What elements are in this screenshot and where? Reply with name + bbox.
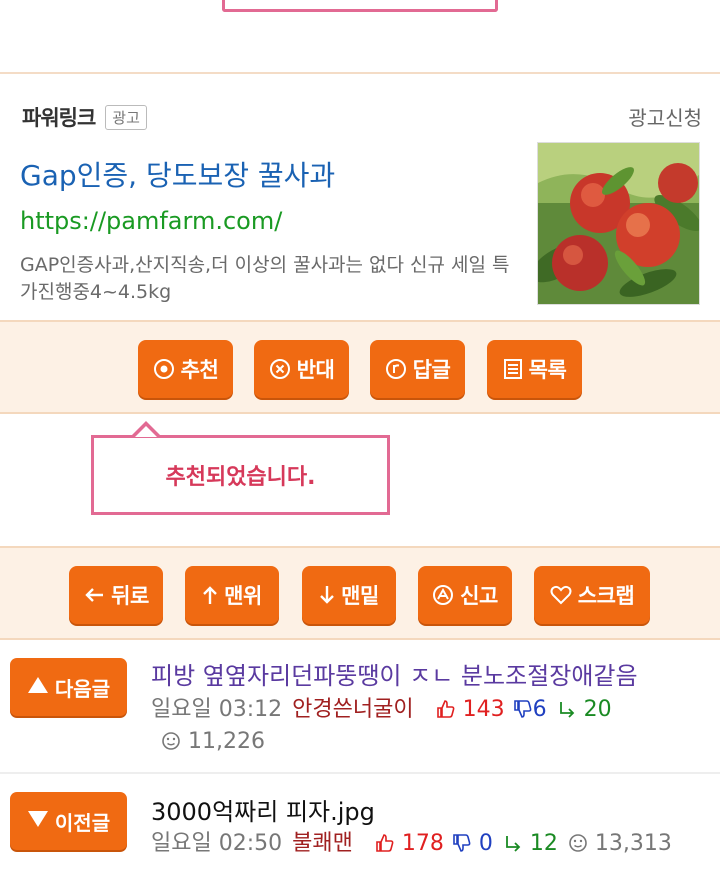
- ad-description: GAP인증사과,산지직송,더 이상의 꿀사과는 없다 신규 세일 특가진행중4~…: [20, 254, 510, 303]
- go-top-button[interactable]: 맨위: [185, 566, 279, 624]
- scrap-label: 스크랩: [577, 584, 635, 608]
- next-post-views: [161, 729, 188, 754]
- reply-arrow-icon: [559, 702, 574, 718]
- reply-arrow-icon: [505, 836, 521, 852]
- next-post-button-label: 다음글: [54, 676, 111, 701]
- prev-post-title[interactable]: 3000억짜리 피자.jpg: [151, 792, 375, 827]
- powerlink-ad[interactable]: 파워링크 광고 광고신청 Gap인증, 당도보장 꿀사과 https://pam…: [0, 72, 720, 322]
- list-button[interactable]: 목록: [487, 340, 582, 398]
- recommend-label: 추천: [180, 358, 219, 382]
- oppose-button[interactable]: 반대: [254, 340, 349, 398]
- next-post-author[interactable]: 안경쓴너굴이: [292, 697, 413, 722]
- reply-button[interactable]: 답글: [370, 340, 465, 398]
- ad-header: 파워링크 광고: [22, 102, 147, 132]
- prev-post-button[interactable]: 이전글: [10, 792, 127, 850]
- report-icon: [432, 584, 454, 606]
- thumbs-down-icon: [453, 834, 471, 852]
- list-label: 목록: [528, 358, 567, 382]
- next-post-replies: 20: [557, 697, 612, 722]
- go-bottom-button[interactable]: 맨밑: [302, 566, 396, 624]
- oppose-label: 반대: [296, 358, 335, 382]
- report-label: 신고: [460, 584, 498, 608]
- thumbs-up-icon: [436, 700, 454, 718]
- triangle-up-icon: [27, 675, 49, 699]
- arrow-left-icon: [83, 585, 105, 605]
- post-action-bar: 추천 반대 답글 목록: [0, 320, 720, 414]
- next-post-title[interactable]: 피방 옆옆자리던파뚱땡이 ㅈㄴ 분노조절장애같음: [151, 656, 638, 691]
- back-label: 뒤로: [111, 584, 149, 608]
- ad-apply-link[interactable]: 광고신청: [628, 102, 702, 131]
- go-bottom-label: 맨밑: [341, 584, 379, 608]
- ad-title-link[interactable]: Gap인증, 당도보장 꿀사과: [20, 154, 335, 194]
- next-post-downvote-count: 6: [532, 697, 547, 722]
- back-button[interactable]: 뒤로: [69, 566, 163, 624]
- notice-arrow-fill: [135, 426, 157, 437]
- next-post-time: 일요일 03:12: [151, 697, 283, 722]
- smiley-icon: [162, 732, 180, 750]
- prev-post-upvotes: 178: [375, 831, 444, 856]
- go-top-label: 맨위: [224, 584, 262, 608]
- page-nav-bar: 뒤로 맨위 맨밑 신고 스크랩: [0, 546, 720, 640]
- prev-post-replies: 12: [503, 831, 558, 856]
- prev-post-downvotes: 0: [452, 831, 493, 856]
- report-button[interactable]: 신고: [418, 566, 512, 624]
- previous-notice-box: [222, 0, 498, 12]
- next-post-reply-count: 20: [583, 697, 612, 722]
- arrow-up-icon: [202, 584, 218, 606]
- thumbs-up-icon: [376, 834, 394, 852]
- next-post-downvotes: 6: [513, 697, 547, 722]
- recommend-button[interactable]: 추천: [138, 340, 233, 398]
- prev-post-author[interactable]: 불쾌맨: [292, 831, 353, 856]
- arrow-down-icon: [319, 584, 335, 606]
- prev-post-time: 일요일 02:50: [151, 831, 283, 856]
- prev-post-upvote-count: 178: [401, 831, 444, 856]
- prev-post-views: 13,313: [568, 831, 672, 856]
- reply-circle-icon: [385, 358, 407, 380]
- page: 파워링크 광고 광고신청 Gap인증, 당도보장 꿀사과 https://pam…: [0, 0, 720, 873]
- heart-icon: [550, 585, 572, 605]
- ad-badge: 광고: [105, 104, 147, 130]
- smiley-icon: [569, 834, 587, 852]
- next-post-row[interactable]: 다음글 피방 옆옆자리던파뚱땡이 ㅈㄴ 분노조절장애같음 일요일 03:12 안경…: [0, 640, 720, 774]
- ad-label: 파워링크: [22, 106, 96, 130]
- triangle-down-icon: [27, 809, 49, 833]
- list-icon: [503, 358, 523, 380]
- prev-post-row[interactable]: 이전글 3000억짜리 피자.jpg 일요일 02:50 불쾌맨 178 0 12…: [0, 774, 720, 873]
- recommend-notice: 추천되었습니다.: [91, 435, 390, 515]
- prev-post-button-label: 이전글: [54, 810, 111, 835]
- prev-post-downvote-count: 0: [478, 831, 493, 856]
- next-post-upvotes: 143: [436, 697, 505, 722]
- prev-post-reply-count: 12: [529, 831, 558, 856]
- x-circle-icon: [269, 358, 291, 380]
- next-post-view-count: 11,226: [188, 729, 265, 754]
- reply-label: 답글: [412, 358, 451, 382]
- scrap-button[interactable]: 스크랩: [534, 566, 650, 624]
- ad-image-peaches[interactable]: [537, 142, 700, 305]
- next-post-upvote-count: 143: [462, 697, 505, 722]
- target-icon: [153, 358, 175, 380]
- thumbs-down-icon: [513, 700, 531, 718]
- ad-url-link[interactable]: https://pamfarm.com/: [20, 207, 282, 235]
- prev-post-view-count: 13,313: [594, 831, 672, 856]
- prev-post-meta: 일요일 02:50 불쾌맨 178 0 12 13,313: [151, 828, 720, 860]
- next-post-meta: 일요일 03:12 안경쓴너굴이 143 6 20 11,226: [151, 694, 711, 758]
- next-post-button[interactable]: 다음글: [10, 658, 127, 716]
